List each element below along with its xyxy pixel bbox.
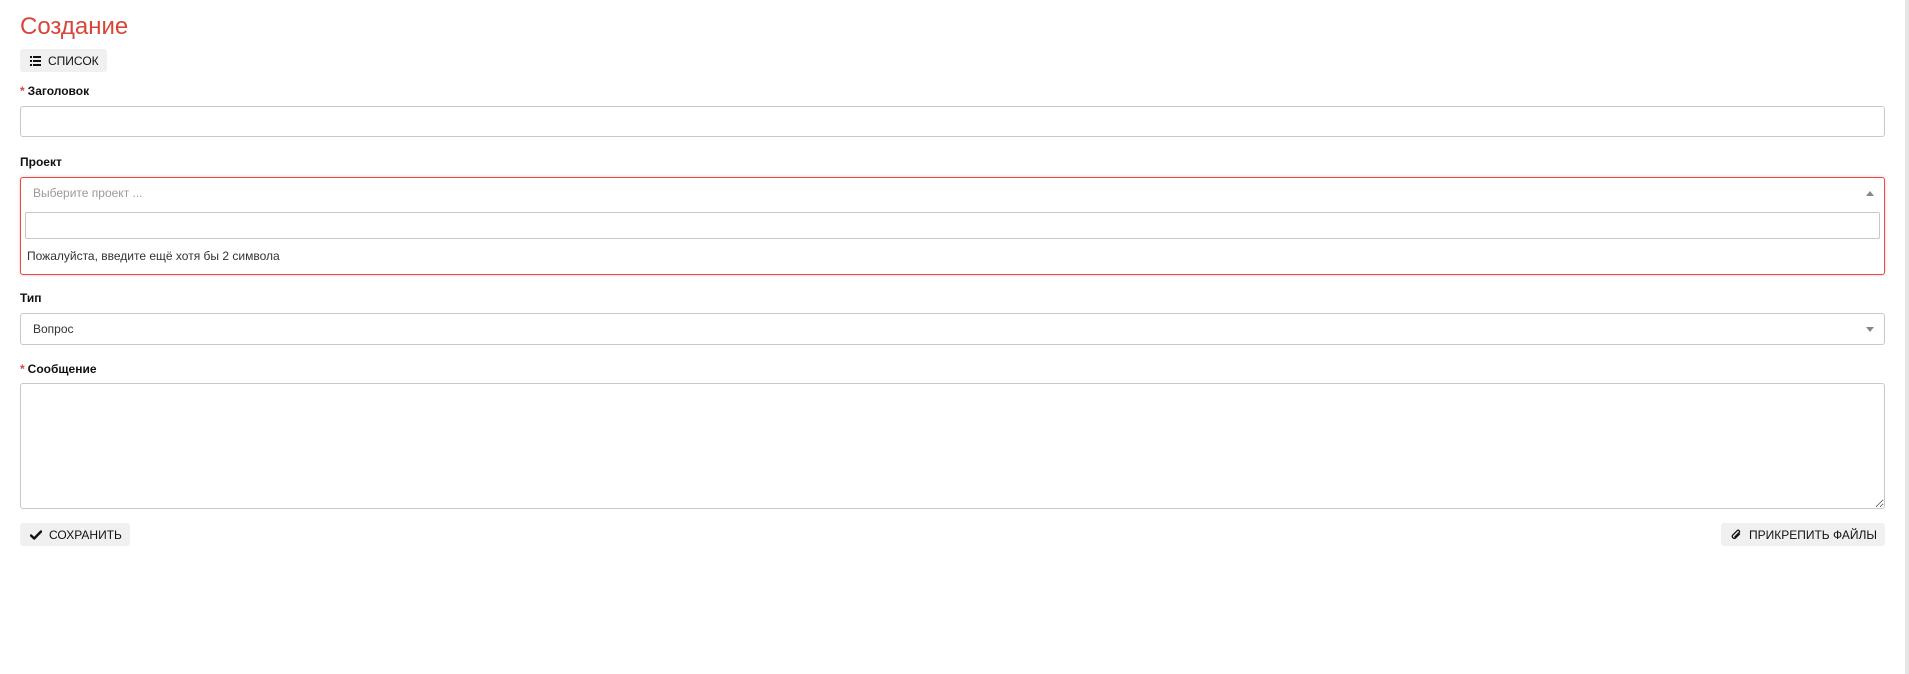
save-button[interactable]: СОХРАНИТЬ [20, 523, 130, 546]
list-button[interactable]: СПИСОК [20, 49, 107, 72]
required-mark: * [20, 362, 25, 376]
project-search-input[interactable] [25, 212, 1880, 239]
title-field-label-wrap: * Заголовок [20, 84, 89, 98]
message-field-label: Сообщение [27, 362, 97, 376]
paperclip-icon [1731, 529, 1742, 541]
list-icon [30, 55, 41, 66]
type-select-value: Вопрос [33, 322, 74, 336]
project-select[interactable]: Выберите проект ... Пожалуйста, введите … [20, 177, 1885, 275]
save-button-label: СОХРАНИТЬ [49, 527, 122, 542]
required-mark: * [20, 84, 25, 98]
project-field-label: Проект [20, 155, 62, 169]
message-field-label-wrap: * Сообщение [20, 362, 97, 376]
type-field-label: Тип [20, 291, 42, 305]
create-page: Создание СПИСОК * Заголовок Проект Выбери… [0, 0, 1909, 674]
page-scrollbar[interactable] [1905, 0, 1909, 674]
list-button-label: СПИСОК [48, 53, 99, 68]
chevron-up-icon [1866, 191, 1874, 196]
project-search-hint: Пожалуйста, введите ещё хотя бы 2 символ… [27, 249, 280, 263]
page-title: Создание [20, 13, 129, 40]
check-icon [30, 529, 42, 540]
message-textarea[interactable] [20, 383, 1885, 509]
attach-files-button[interactable]: ПРИКРЕПИТЬ ФАЙЛЫ [1720, 523, 1885, 546]
title-input[interactable] [20, 106, 1885, 137]
title-field-label: Заголовок [27, 84, 90, 98]
project-select-placeholder: Выберите проект ... [33, 186, 143, 200]
type-select[interactable]: Вопрос [20, 313, 1885, 345]
chevron-down-icon [1866, 327, 1874, 332]
attach-files-button-label: ПРИКРЕПИТЬ ФАЙЛЫ [1748, 527, 1877, 542]
